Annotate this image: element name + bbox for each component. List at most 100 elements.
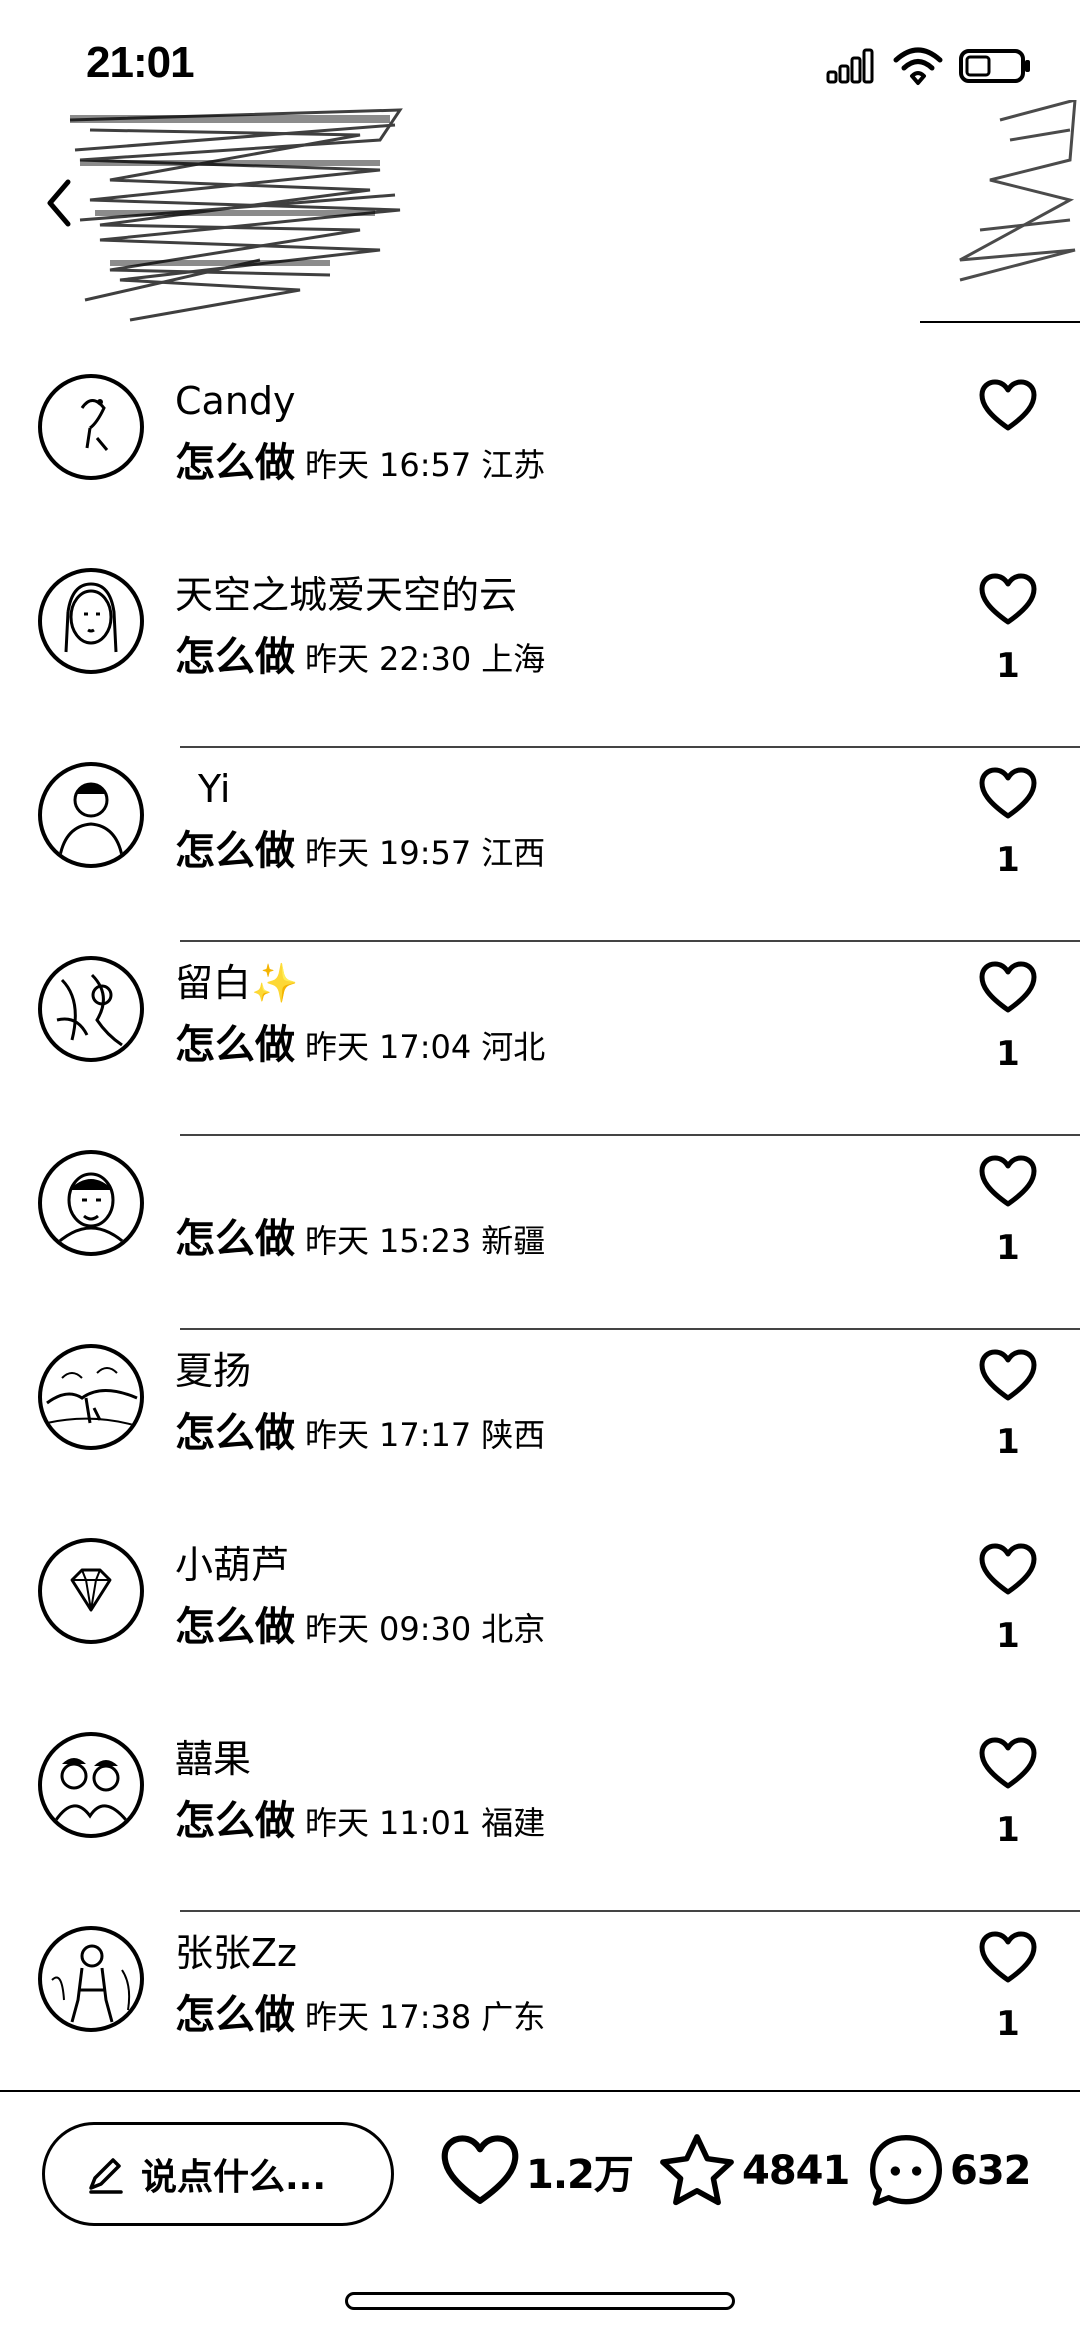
like-count: 1: [996, 1616, 1020, 1656]
comment-time: 17:04: [379, 1028, 472, 1066]
comment-text: 怎么做: [175, 1022, 295, 1068]
comment-location: 广东: [481, 1998, 546, 2036]
avatar[interactable]: [38, 1732, 144, 1838]
comment-row[interactable]: 小葫芦 怎么做 昨天 09:30 北京 1: [0, 1524, 1080, 1718]
user-name[interactable]: 留白✨: [175, 960, 298, 1006]
comment-list: Candy 怎么做 昨天 16:57 江苏 天空之城爱天空的云 怎么做 昨天 22:30 上…: [0, 360, 1080, 2106]
comment-date: 昨天: [305, 640, 370, 678]
avatar[interactable]: [38, 568, 144, 674]
like-count: 1: [996, 1228, 1020, 1268]
comment-time: 11:01: [379, 1804, 472, 1842]
comment-time: 09:30: [379, 1610, 472, 1648]
comment-time: 17:17: [379, 1416, 472, 1454]
heart-icon[interactable]: [978, 572, 1038, 628]
battery-icon: [959, 49, 1030, 83]
comment-text: 怎么做: [175, 1992, 295, 2038]
user-name[interactable]: 天空之城爱天空的云: [175, 572, 517, 618]
pencil-icon: [89, 2158, 123, 2194]
comment-row[interactable]: 留白✨ 怎么做 昨天 17:04 河北 1: [0, 942, 1080, 1136]
heart-icon[interactable]: [978, 960, 1038, 1016]
avatar[interactable]: [38, 956, 144, 1062]
landscape-avatar-icon: [46, 1367, 138, 1427]
comment-row[interactable]: 夏扬 怎么做 昨天 17:17 陕西 1: [0, 1330, 1080, 1524]
user-name[interactable]: Candy: [175, 378, 296, 424]
wifi-icon: [893, 47, 943, 85]
like-stat[interactable]: 1.2万: [438, 2126, 634, 2216]
avatar[interactable]: [38, 1344, 144, 1450]
bottom-action-bar: 说点什么... 1.2万 4841 632: [0, 2090, 1080, 2337]
collect-stat[interactable]: 4841: [656, 2126, 850, 2216]
comment-row[interactable]: 张张Zz 怎么做 昨天 17:38 广东 1: [0, 1912, 1080, 2106]
redacted-header: [0, 98, 1080, 340]
comment-location: 上海: [481, 640, 546, 678]
photo-avatar-icon: [51, 1944, 131, 2023]
comment-meta: 怎么做 昨天 19:57 江西: [175, 828, 545, 882]
avatar[interactable]: [38, 1538, 144, 1644]
home-indicator[interactable]: [345, 2292, 735, 2310]
chat-bubble-icon: [870, 2135, 942, 2206]
comment-time: 16:57: [379, 446, 472, 484]
like-count: 1: [996, 1422, 1020, 1462]
comment-meta: 怎么做 昨天 17:17 陕西: [175, 1410, 545, 1464]
comment-row[interactable]: 怎么做 昨天 15:23 新疆 1: [0, 1136, 1080, 1330]
comment-meta: 怎么做 昨天 16:57 江苏: [175, 440, 545, 494]
avatar[interactable]: [38, 374, 144, 480]
like-count: 1: [996, 840, 1020, 880]
comment-date: 昨天: [305, 446, 370, 484]
avatar[interactable]: [38, 1926, 144, 2032]
user-name[interactable]: 囍果: [175, 1736, 251, 1782]
comment-stat[interactable]: 632: [866, 2126, 1031, 2216]
portrait-avatar-icon: [50, 1172, 132, 1250]
like-count: 1: [996, 646, 1020, 686]
photo-avatar-icon: [56, 973, 123, 1047]
portrait-avatar-icon: [64, 582, 118, 653]
heart-icon[interactable]: [978, 378, 1038, 434]
heart-icon[interactable]: [978, 1348, 1038, 1404]
like-total: 1.2万: [526, 2152, 634, 2198]
heart-icon[interactable]: [978, 766, 1038, 822]
avatar[interactable]: [38, 762, 144, 868]
collect-total: 4841: [742, 2148, 850, 2194]
comment-location: 新疆: [481, 1222, 546, 1260]
heart-icon[interactable]: [978, 1930, 1038, 1986]
comment-row[interactable]: 囍果 怎么做 昨天 11:01 福建 1: [0, 1718, 1080, 1912]
comment-input[interactable]: 说点什么...: [42, 2122, 394, 2226]
avatar[interactable]: [38, 1150, 144, 1256]
comment-text: 怎么做: [175, 1798, 295, 1844]
comment-meta: 怎么做 昨天 17:04 河北: [175, 1022, 545, 1076]
comment-text: 怎么做: [175, 828, 295, 874]
comment-input-placeholder: 说点什么...: [141, 2157, 327, 2198]
like-count: 1: [996, 2004, 1020, 2044]
status-bar: 21:01: [0, 0, 1080, 110]
comment-meta: 怎么做 昨天 22:30 上海: [175, 634, 545, 688]
comment-time: 17:38: [379, 1998, 472, 2036]
comment-meta: 怎么做 昨天 17:38 广东: [175, 1992, 545, 2046]
comment-text: 怎么做: [175, 1216, 295, 1262]
user-name[interactable]: 小葫芦: [175, 1542, 289, 1588]
like-count: 1: [996, 1034, 1020, 1074]
back-icon[interactable]: [44, 178, 74, 228]
comment-time: 22:30: [379, 640, 472, 678]
comment-date: 昨天: [305, 1028, 370, 1066]
heart-icon[interactable]: [978, 1542, 1038, 1598]
comment-location: 北京: [481, 1610, 546, 1648]
user-name[interactable]: 夏扬: [175, 1348, 251, 1394]
comment-row[interactable]: Candy 怎么做 昨天 16:57 江苏: [0, 360, 1080, 554]
heart-icon[interactable]: [978, 1736, 1038, 1792]
signal-icon: [826, 48, 874, 84]
comment-meta: 怎么做 昨天 15:23 新疆: [175, 1216, 545, 1270]
status-icons: [826, 44, 1032, 88]
heart-icon: [441, 2135, 519, 2204]
comment-row[interactable]: 天空之城爱天空的云 怎么做 昨天 22:30 上海 1: [0, 554, 1080, 748]
user-name[interactable]: 张张Zz: [175, 1930, 297, 1976]
comment-time: 15:23: [379, 1222, 472, 1260]
portrait-avatar-icon: [58, 782, 124, 857]
comment-text: 怎么做: [175, 1604, 295, 1650]
heart-icon[interactable]: [978, 1154, 1038, 1210]
comment-date: 昨天: [305, 1610, 370, 1648]
star-icon: [660, 2134, 734, 2206]
comment-row[interactable]: Yi 怎么做 昨天 19:57 江西 1: [0, 748, 1080, 942]
comment-location: 江西: [481, 834, 546, 872]
user-name[interactable]: Yi: [198, 766, 230, 812]
comment-text: 怎么做: [175, 1410, 295, 1456]
